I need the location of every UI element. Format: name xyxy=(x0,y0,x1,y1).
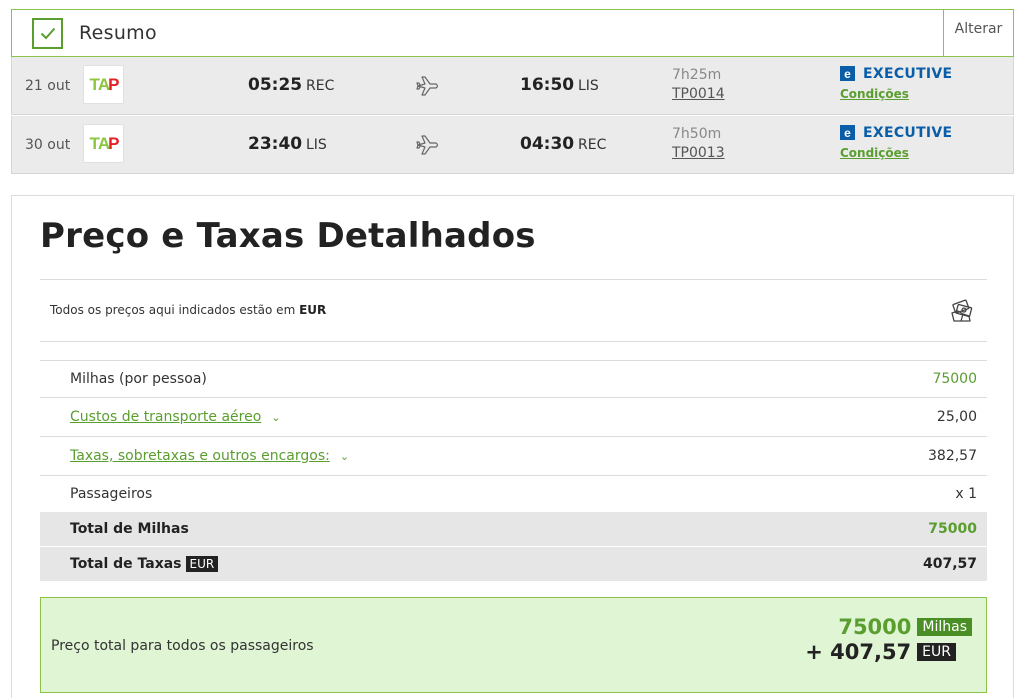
conditions-link[interactable]: Condições xyxy=(840,146,909,160)
row-value: 75000 xyxy=(932,371,977,387)
flight-number-link[interactable]: TP0014 xyxy=(672,86,725,102)
airline-logo: TAP xyxy=(83,65,124,104)
row-value: 25,00 xyxy=(936,409,977,425)
grand-total-fees-value: + 407,57 xyxy=(805,640,912,664)
divider xyxy=(40,279,987,280)
currency-code: EUR xyxy=(299,303,327,317)
total-fees-text: Total de Taxas xyxy=(70,556,182,572)
flight-row-outbound: 21 out TAP 05:25 REC 16:50 LIS 7h25m TP0… xyxy=(11,57,1014,115)
chevron-down-icon[interactable]: ⌄ xyxy=(340,450,349,463)
currency-note-text: Todos os preços aqui indicados estão em xyxy=(50,303,296,317)
total-fees-row: Total de Taxas EUR 407,57 xyxy=(40,547,987,582)
arrival-airport: LIS xyxy=(578,78,599,94)
airline-logo: TAP xyxy=(83,124,124,163)
arrival-airport: REC xyxy=(578,137,607,153)
flight-duration: 7h25m xyxy=(672,67,722,83)
summary-header: Resumo Alterar xyxy=(11,9,1014,57)
total-miles-label: Total de Milhas xyxy=(70,521,189,537)
page-title: Preço e Taxas Detalhados xyxy=(40,216,536,256)
currency-note: Todos os preços aqui indicados estão em … xyxy=(50,303,326,317)
plane-icon xyxy=(416,135,439,155)
total-fees-value: 407,57 xyxy=(922,556,977,572)
summary-title: Resumo xyxy=(79,22,157,44)
flight-number-link[interactable]: TP0013 xyxy=(672,145,725,161)
departure-airport: REC xyxy=(306,78,335,94)
check-icon xyxy=(32,17,63,49)
grand-total-miles: 75000 Milhas xyxy=(838,615,972,639)
grand-total-label: Preço total para todos os passageiros xyxy=(51,638,314,654)
price-details-card: Preço e Taxas Detalhados Todos os preços… xyxy=(11,195,1014,698)
row-value: x 1 xyxy=(955,486,977,502)
arrival-time: 16:50 xyxy=(520,75,575,95)
departure-time: 23:40 xyxy=(248,134,303,154)
air-transport-costs-row[interactable]: Custos de transporte aéreo ⌄ 25,00 xyxy=(40,398,987,437)
flight-date: 21 out xyxy=(25,78,71,94)
grand-total-fees: + 407,57 EUR xyxy=(805,640,956,664)
chevron-down-icon[interactable]: ⌄ xyxy=(271,411,280,424)
row-label: Milhas (por pessoa) xyxy=(70,371,207,387)
cabin-class: EXECUTIVE xyxy=(863,125,953,141)
conditions-link[interactable]: Condições xyxy=(840,87,909,101)
flight-duration: 7h50m xyxy=(672,126,722,142)
currency-badge: EUR xyxy=(917,643,956,661)
miles-per-person-row: Milhas (por pessoa) 75000 xyxy=(40,361,987,398)
grand-total-box: Preço total para todos os passageiros 75… xyxy=(40,597,987,693)
executive-cabin-icon: e xyxy=(840,66,855,81)
departure-time: 05:25 xyxy=(248,75,303,95)
taxes-toggle[interactable]: Taxas, sobretaxas e outros encargos: xyxy=(70,448,330,464)
row-label: Passageiros xyxy=(70,486,153,502)
grand-total-miles-value: 75000 xyxy=(838,615,912,639)
flight-date: 30 out xyxy=(25,137,71,153)
total-miles-value: 75000 xyxy=(928,521,977,537)
total-miles-row: Total de Milhas 75000 xyxy=(40,512,987,547)
taxes-row[interactable]: Taxas, sobretaxas e outros encargos: ⌄ 3… xyxy=(40,437,987,476)
arrival-time: 04:30 xyxy=(520,134,575,154)
flight-row-return: 30 out TAP 23:40 LIS 04:30 REC 7h50m TP0… xyxy=(11,116,1014,174)
divider xyxy=(40,341,987,342)
departure-airport: LIS xyxy=(306,137,327,153)
air-transport-costs-toggle[interactable]: Custos de transporte aéreo xyxy=(70,409,261,425)
cabin-class: EXECUTIVE xyxy=(863,66,953,82)
total-fees-label: Total de Taxas EUR xyxy=(70,556,219,572)
plane-icon xyxy=(416,76,439,96)
miles-badge: Milhas xyxy=(917,618,972,636)
passengers-row: Passageiros x 1 xyxy=(40,476,987,513)
row-value: 382,57 xyxy=(928,448,977,464)
executive-cabin-icon: e xyxy=(840,125,855,140)
currency-badge: EUR xyxy=(185,556,219,572)
alter-button[interactable]: Alterar xyxy=(943,10,1013,56)
money-icon[interactable] xyxy=(949,299,975,323)
